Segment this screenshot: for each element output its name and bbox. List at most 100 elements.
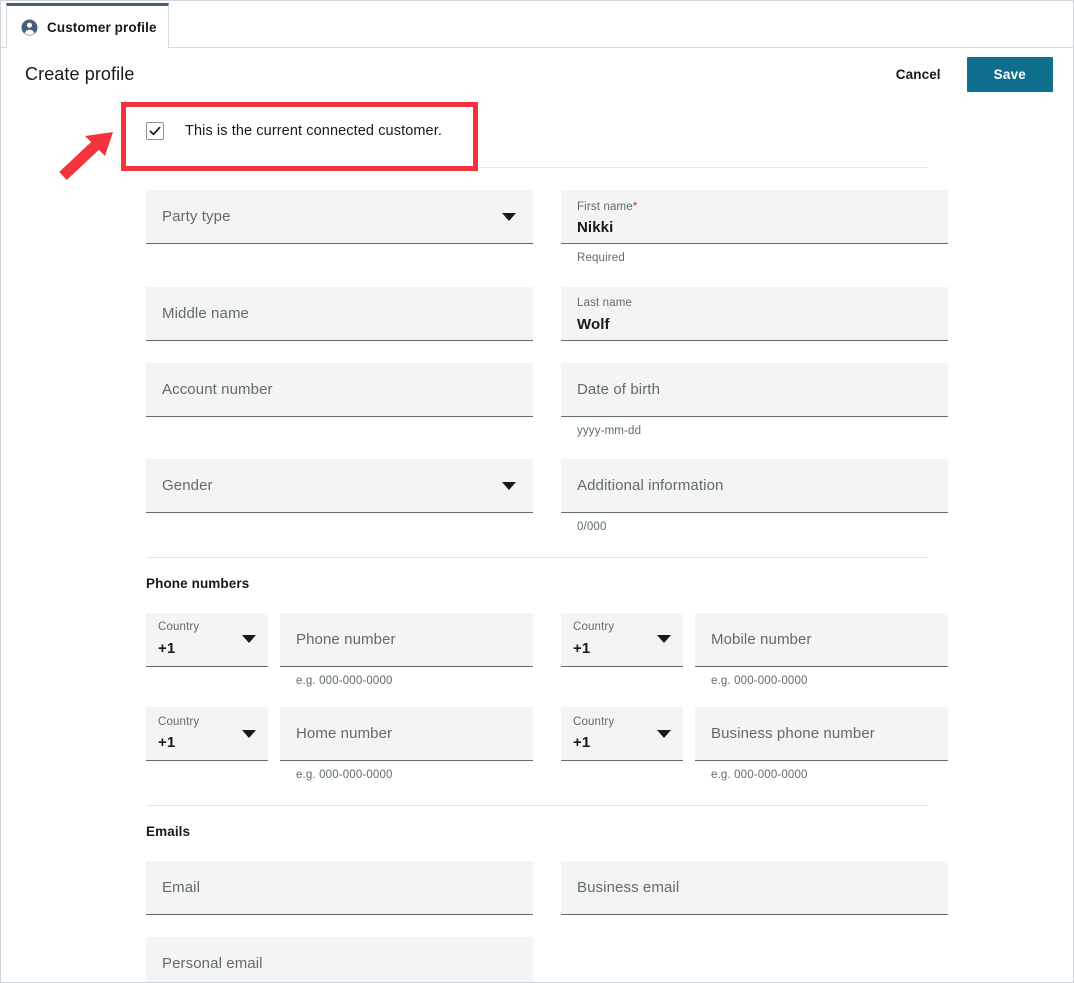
field-phone-number: Phone number e.g. 000-000-0000 <box>280 613 533 688</box>
chevron-down-icon <box>502 482 516 490</box>
grid-gap <box>268 591 280 688</box>
grid-gap <box>533 591 561 688</box>
field-email: Email <box>146 861 533 915</box>
field-phone-country-2: Country +1 <box>561 613 683 667</box>
date-of-birth-placeholder: Date of birth <box>577 382 932 397</box>
form-body: This is the current connected customer. … <box>1 108 1073 983</box>
country-value: +1 <box>573 641 671 656</box>
email-placeholder: Email <box>162 880 517 895</box>
additional-information-placeholder: Additional information <box>577 478 932 493</box>
connected-customer-label: This is the current connected customer. <box>185 123 442 139</box>
mobile-number-input[interactable]: Mobile number <box>695 613 948 667</box>
phone-number-hint: e.g. 000-000-0000 <box>296 676 533 688</box>
phone-number-input[interactable]: Phone number <box>280 613 533 667</box>
required-asterisk: * <box>633 201 638 213</box>
page-header: Create profile Cancel Save <box>1 48 1073 100</box>
field-middle-name: Middle name <box>146 287 533 341</box>
party-type-select[interactable]: Party type <box>146 190 533 244</box>
country-label: Country <box>573 717 671 729</box>
field-first-name: First name* Nikki Required <box>561 190 948 265</box>
country-value: +1 <box>158 641 256 656</box>
first-name-label: First name* <box>577 202 932 214</box>
phone-country-select-1[interactable]: Country +1 <box>146 613 268 667</box>
tab-strip: Customer profile <box>1 1 1073 48</box>
additional-information-counter: 0/000 <box>577 522 948 534</box>
gender-placeholder: Gender <box>162 478 517 493</box>
field-date-of-birth: Date of birth yyyy-mm-dd <box>561 363 948 438</box>
phone-country-select-4[interactable]: Country +1 <box>561 707 683 761</box>
grid-gap <box>533 168 561 265</box>
last-name-input[interactable]: Last name Wolf <box>561 287 948 341</box>
mobile-number-hint: e.g. 000-000-0000 <box>711 676 948 688</box>
header-actions: Cancel Save <box>886 57 1053 92</box>
field-gender: Gender <box>146 459 533 534</box>
page-title: Create profile <box>25 64 134 85</box>
tab-label: Customer profile <box>47 20 157 35</box>
business-phone-number-input[interactable]: Business phone number <box>695 707 948 761</box>
tab-customer-profile[interactable]: Customer profile <box>6 3 169 49</box>
field-personal-email: Personal email <box>146 937 533 983</box>
field-phone-country-3: Country +1 <box>146 707 268 761</box>
grid-gap <box>683 591 695 688</box>
cancel-button[interactable]: Cancel <box>886 59 951 90</box>
country-value: +1 <box>573 735 671 750</box>
middle-name-input[interactable]: Middle name <box>146 287 533 341</box>
country-label: Country <box>158 717 256 729</box>
mobile-number-placeholder: Mobile number <box>711 632 932 647</box>
user-circle-icon <box>21 19 38 36</box>
home-number-hint: e.g. 000-000-0000 <box>296 770 533 782</box>
phone-country-select-3[interactable]: Country +1 <box>146 707 268 761</box>
emails-grid: Email Business email Personal email <box>146 839 1073 983</box>
field-business-email: Business email <box>561 861 948 915</box>
first-name-input[interactable]: First name* Nikki <box>561 190 948 244</box>
business-email-placeholder: Business email <box>577 880 932 895</box>
first-name-value: Nikki <box>577 220 932 235</box>
account-number-input[interactable]: Account number <box>146 363 533 417</box>
connected-customer-row: This is the current connected customer. <box>146 108 1073 154</box>
home-number-placeholder: Home number <box>296 726 517 741</box>
profile-fields-grid: Party type First name* Nikki Required Mi… <box>146 168 1073 534</box>
field-last-name: Last name Wolf <box>561 287 948 341</box>
field-party-type: Party type <box>146 190 533 265</box>
field-mobile-number: Mobile number e.g. 000-000-0000 <box>695 613 948 688</box>
party-type-placeholder: Party type <box>162 209 517 224</box>
grid-gap <box>533 341 561 438</box>
business-phone-number-hint: e.g. 000-000-0000 <box>711 770 948 782</box>
field-phone-country-1: Country +1 <box>146 613 268 667</box>
emails-heading: Emails <box>146 824 1073 839</box>
country-label: Country <box>573 622 671 634</box>
personal-email-input[interactable]: Personal email <box>146 937 533 983</box>
chevron-down-icon <box>242 730 256 738</box>
account-number-placeholder: Account number <box>162 382 517 397</box>
first-name-hint: Required <box>577 253 948 265</box>
chevron-down-icon <box>242 635 256 643</box>
field-account-number: Account number <box>146 363 533 438</box>
phone-numbers-heading: Phone numbers <box>146 576 1073 591</box>
home-number-input[interactable]: Home number <box>280 707 533 761</box>
connected-customer-checkbox[interactable] <box>146 122 164 140</box>
field-additional-information: Additional information 0/000 <box>561 459 948 534</box>
divider-before-phone-numbers <box>146 557 928 558</box>
field-business-phone-number: Business phone number e.g. 000-000-0000 <box>695 707 948 782</box>
chevron-down-icon <box>657 635 671 643</box>
grid-gap <box>683 687 695 782</box>
last-name-value: Wolf <box>577 317 932 332</box>
additional-information-input[interactable]: Additional information <box>561 459 948 513</box>
save-button[interactable]: Save <box>967 57 1053 92</box>
grid-gap <box>533 265 561 341</box>
field-phone-country-4: Country +1 <box>561 707 683 761</box>
gender-select[interactable]: Gender <box>146 459 533 513</box>
phone-country-select-2[interactable]: Country +1 <box>561 613 683 667</box>
divider-before-emails <box>146 805 928 806</box>
phone-number-placeholder: Phone number <box>296 632 517 647</box>
email-input[interactable]: Email <box>146 861 533 915</box>
chevron-down-icon <box>657 730 671 738</box>
grid-gap <box>533 437 561 534</box>
date-of-birth-input[interactable]: Date of birth <box>561 363 948 417</box>
chevron-down-icon <box>502 213 516 221</box>
phone-numbers-grid: Country +1 Phone number e.g. 000-000-000… <box>146 591 1073 782</box>
checkmark-icon <box>148 124 162 138</box>
grid-gap <box>533 839 561 915</box>
business-email-input[interactable]: Business email <box>561 861 948 915</box>
country-value: +1 <box>158 735 256 750</box>
